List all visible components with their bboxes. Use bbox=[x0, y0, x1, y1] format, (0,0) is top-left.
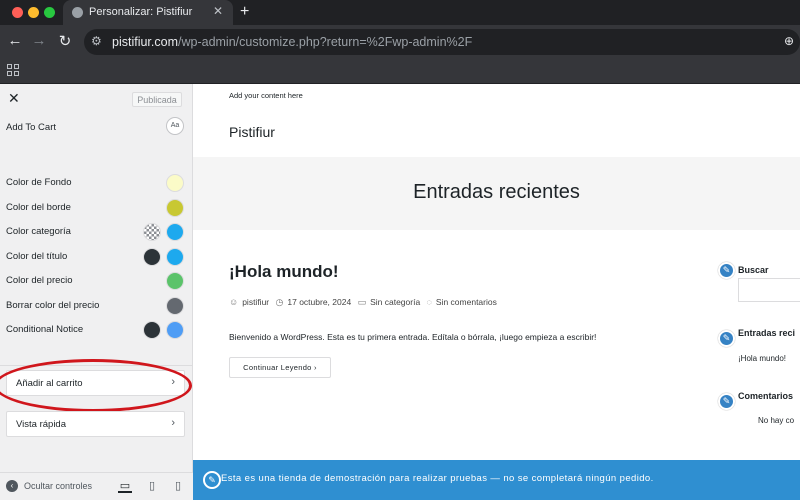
edit-pencil-icon[interactable]: ✎ bbox=[718, 393, 735, 410]
color-row-precio: Color del precio bbox=[0, 271, 193, 291]
color-label: Color de Fondo bbox=[6, 177, 72, 188]
bookmarks-bar bbox=[0, 59, 800, 84]
read-more-button[interactable]: Continuar Leyendo › bbox=[229, 357, 331, 378]
clock-icon: ◷ bbox=[275, 297, 284, 307]
color-swatch[interactable] bbox=[166, 321, 184, 339]
url-path: /wp-admin/customize.php?return=%2Fwp-adm… bbox=[178, 35, 473, 49]
edit-pencil-icon[interactable]: ✎ bbox=[718, 330, 735, 347]
post-date[interactable]: 17 octubre, 2024 bbox=[287, 297, 351, 307]
customizer-sidebar: ✕ Publicada Add To Cart Aa Color de Fond… bbox=[0, 84, 193, 500]
color-row-conditional-notice: Conditional Notice bbox=[0, 320, 193, 340]
zoom-icon[interactable]: ⊕ bbox=[784, 34, 794, 48]
browser-toolbar: ← → ↻ ⚙ pistifiur.com/wp-admin/customize… bbox=[0, 25, 800, 59]
folder-icon: ▭ bbox=[357, 297, 367, 307]
widget-comments-text: No hay co bbox=[758, 416, 795, 425]
comment-icon: ◌ bbox=[426, 297, 432, 307]
color-swatch[interactable] bbox=[166, 223, 184, 241]
site-title[interactable]: Pistifiur bbox=[229, 124, 275, 140]
color-label: Color del título bbox=[6, 251, 68, 262]
demo-store-notice: ✎ Esta es una tienda de demostración par… bbox=[193, 460, 800, 500]
forward-arrow-icon[interactable]: → bbox=[30, 32, 48, 49]
back-arrow-icon[interactable]: ← bbox=[6, 32, 24, 49]
publish-button[interactable]: Publicada bbox=[132, 92, 182, 107]
color-row-borrar-precio: Borrar color del precio bbox=[0, 296, 193, 316]
panel-label: Vista rápida bbox=[16, 419, 66, 430]
tab-close-icon[interactable]: ✕ bbox=[213, 4, 223, 18]
widget-recent-title: Entradas reci bbox=[738, 328, 796, 338]
site-preview: Add your content here Pistifiur Entradas… bbox=[193, 84, 800, 500]
post-meta: ☺ pistifiur ◷ 17 octubre, 2024 ▭ Sin catego… bbox=[229, 297, 501, 308]
wordpress-favicon-icon bbox=[72, 7, 83, 18]
chevron-right-icon: › bbox=[171, 417, 175, 429]
color-label: Color del borde bbox=[6, 202, 71, 213]
color-row-fondo: Color de Fondo bbox=[0, 173, 193, 193]
widget-search-title: Buscar bbox=[738, 265, 769, 275]
post-category[interactable]: Sin categoría bbox=[370, 297, 420, 307]
site-settings-icon[interactable]: ⚙ bbox=[91, 34, 102, 48]
page-hero: Entradas recientes bbox=[193, 157, 800, 230]
color-swatch[interactable] bbox=[143, 248, 161, 266]
url-host: pistifiur.com bbox=[112, 35, 178, 49]
color-swatch[interactable] bbox=[143, 321, 161, 339]
hide-controls-button[interactable]: Ocultar controles bbox=[24, 481, 92, 491]
sidebar-footer: ‹ Ocultar controles ▭ ▯ ▯ bbox=[0, 472, 193, 500]
widget-recent-item[interactable]: ¡Hola mundo! bbox=[738, 354, 786, 363]
reload-icon[interactable]: ↻ bbox=[56, 32, 74, 50]
desktop-preview-icon[interactable]: ▭ bbox=[118, 479, 132, 493]
apps-grid-icon[interactable] bbox=[7, 64, 19, 76]
color-swatch[interactable] bbox=[166, 248, 184, 266]
minimize-window-button[interactable] bbox=[28, 7, 39, 18]
color-swatch[interactable] bbox=[166, 272, 184, 290]
color-swatch[interactable] bbox=[166, 199, 184, 217]
color-row-titulo: Color del título bbox=[0, 247, 193, 267]
post-excerpt: Bienvenido a WordPress. Esta es tu prime… bbox=[229, 332, 597, 342]
edit-pencil-icon[interactable]: ✎ bbox=[718, 262, 735, 279]
color-row-borde: Color del borde bbox=[0, 198, 193, 218]
url-text[interactable]: pistifiur.com/wp-admin/customize.php?ret… bbox=[112, 35, 472, 49]
header-note: Add your content here bbox=[229, 91, 303, 100]
post-comments[interactable]: Sin comentarios bbox=[436, 297, 497, 307]
color-label: Conditional Notice bbox=[6, 324, 84, 335]
mobile-preview-icon[interactable]: ▯ bbox=[171, 479, 185, 493]
tablet-preview-icon[interactable]: ▯ bbox=[145, 479, 159, 493]
address-bar[interactable]: ⚙ pistifiur.com/wp-admin/customize.php?r… bbox=[84, 29, 800, 55]
search-input[interactable] bbox=[738, 278, 800, 302]
red-highlight-annotation bbox=[0, 359, 192, 412]
color-label: Color categoría bbox=[6, 226, 71, 237]
demo-store-text: Esta es una tienda de demostración para … bbox=[221, 473, 654, 484]
panel-quick-view[interactable]: Vista rápida › bbox=[6, 411, 185, 437]
color-swatch-transparent[interactable] bbox=[143, 223, 161, 241]
hide-controls-icon[interactable]: ‹ bbox=[6, 480, 18, 492]
edit-pencil-icon[interactable]: ✎ bbox=[203, 471, 221, 489]
tab-title: Personalizar: Pistifiur bbox=[89, 6, 193, 18]
font-picker-button[interactable]: Aa bbox=[166, 117, 184, 135]
color-row-categoria: Color categoría bbox=[0, 222, 193, 242]
color-swatch[interactable] bbox=[166, 174, 184, 192]
new-tab-button[interactable]: + bbox=[240, 3, 249, 21]
author-icon: ☺ bbox=[229, 297, 239, 307]
close-window-button[interactable] bbox=[12, 7, 23, 18]
color-label: Borrar color del precio bbox=[6, 300, 100, 311]
widget-comments-title: Comentarios bbox=[738, 391, 794, 401]
color-label: Color del precio bbox=[6, 275, 73, 286]
color-swatch[interactable] bbox=[166, 297, 184, 315]
add-to-cart-font-label: Add To Cart bbox=[6, 122, 56, 133]
close-customizer-icon[interactable]: ✕ bbox=[8, 90, 20, 107]
post-author[interactable]: pistifiur bbox=[242, 297, 269, 307]
hero-title: Entradas recientes bbox=[413, 181, 580, 203]
post-title[interactable]: ¡Hola mundo! bbox=[229, 262, 339, 282]
browser-tab-bar: Personalizar: Pistifiur ✕ + bbox=[0, 0, 800, 25]
maximize-window-button[interactable] bbox=[44, 7, 55, 18]
browser-tab[interactable]: Personalizar: Pistifiur ✕ bbox=[63, 0, 233, 25]
